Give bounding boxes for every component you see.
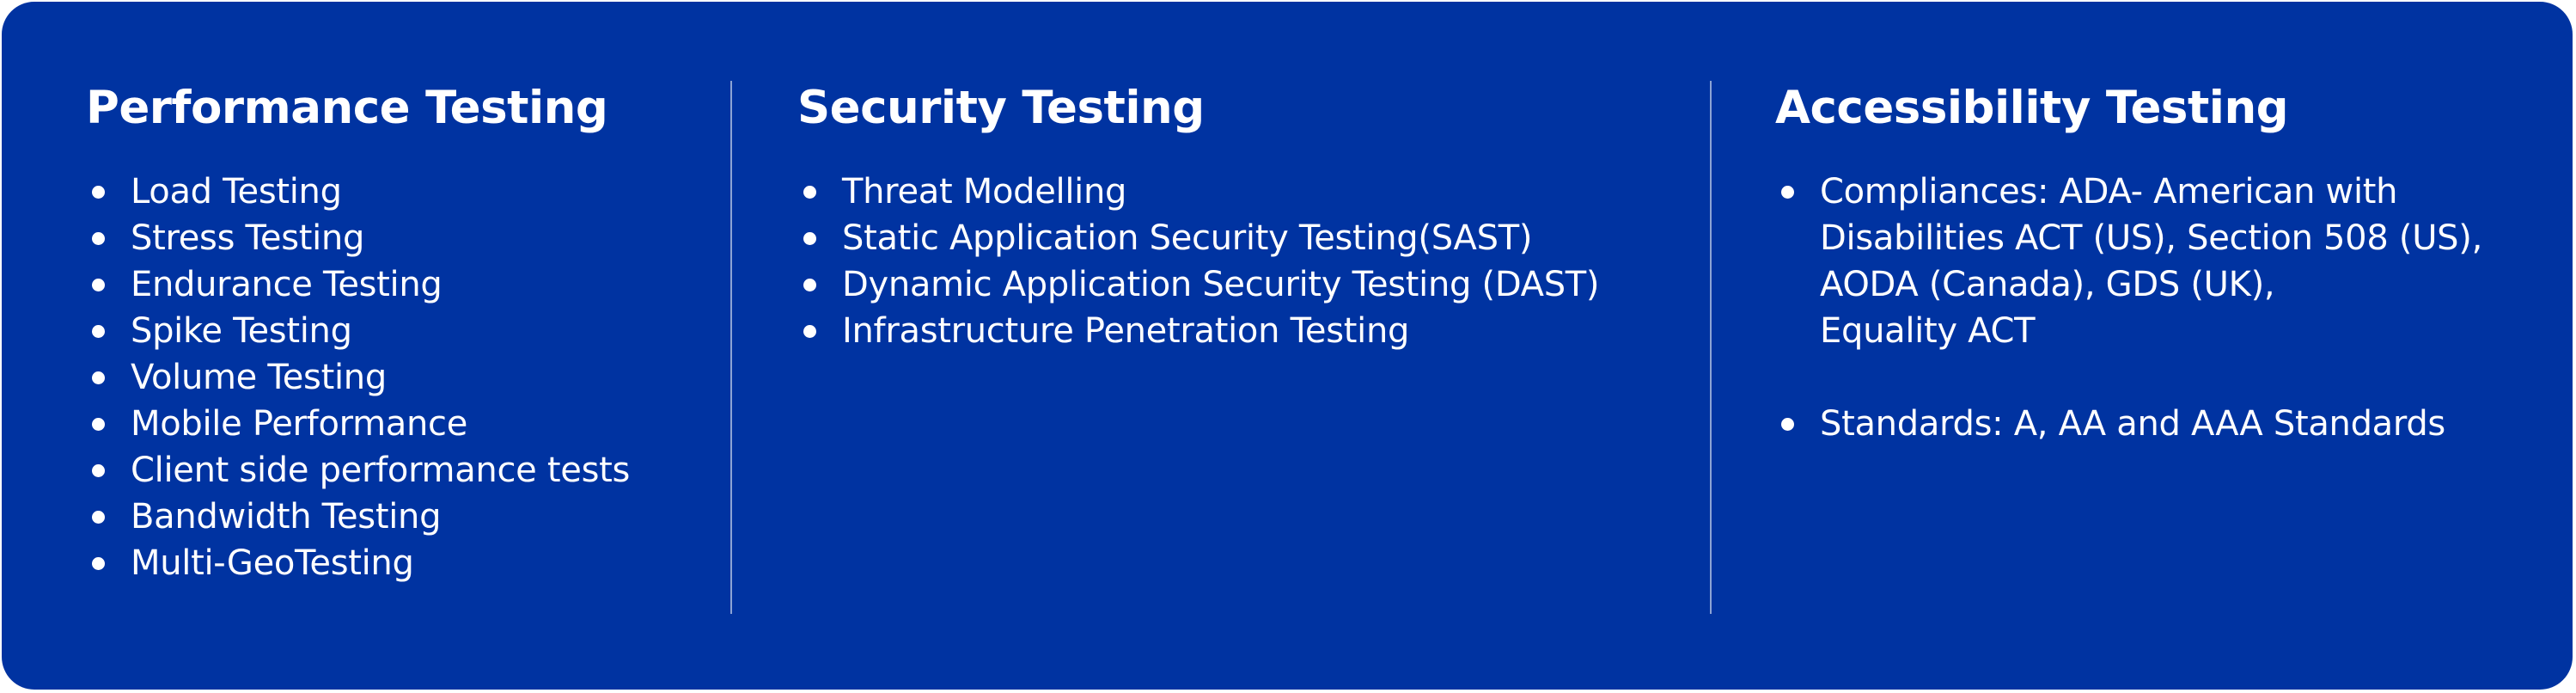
list-item-line: Equality ACT: [1820, 311, 2036, 351]
list-item: Endurance Testing: [86, 261, 630, 308]
security-testing-list: Threat Modelling Static Application Secu…: [797, 169, 1600, 354]
list-item: Multi-GeoTesting: [86, 540, 630, 586]
list-item-line: AODA (Canada), GDS (UK),: [1820, 265, 2275, 304]
list-item: Dynamic Application Security Testing (DA…: [797, 261, 1600, 308]
list-item: Static Application Security Testing(SAST…: [797, 215, 1599, 261]
performance-testing-list: Load Testing Stress Testing Endurance Te…: [86, 169, 630, 586]
performance-testing-column: Performance Testing Load Testing Stress …: [86, 77, 630, 586]
column-divider: [730, 81, 732, 614]
security-testing-column: Security Testing Threat Modelling Static…: [797, 77, 1600, 354]
list-item: Infrastructure Penetration Testing: [797, 308, 1599, 354]
list-item: Spike Testing: [86, 308, 630, 354]
list-item: Stress Testing: [86, 215, 630, 261]
accessibility-testing-column: Accessibility Testing Compliances: ADA- …: [1775, 77, 2482, 447]
testing-services-card: Performance Testing Load Testing Stress …: [2, 2, 2573, 690]
list-item: Threat Modelling: [797, 169, 1599, 215]
list-item-line: Standards: A, AA and AAA Standards: [1820, 404, 2445, 444]
list-item: Load Testing: [86, 169, 630, 215]
performance-testing-title: Performance Testing: [86, 82, 608, 134]
list-item-line: Compliances: ADA- American with: [1820, 172, 2398, 212]
list-item: Volume Testing: [86, 354, 630, 401]
list-item-compliances: Compliances: ADA- American with Disabili…: [1775, 169, 2482, 354]
security-testing-title: Security Testing: [797, 82, 1205, 134]
accessibility-testing-list: Compliances: ADA- American with Disabili…: [1775, 169, 2482, 447]
column-divider: [1710, 81, 1712, 614]
list-item-standards: Standards: A, AA and AAA Standards: [1775, 401, 2482, 447]
accessibility-testing-title: Accessibility Testing: [1775, 82, 2289, 134]
list-item: Mobile Performance: [86, 401, 630, 447]
list-item: Bandwidth Testing: [86, 494, 630, 540]
list-item: Client side performance tests: [86, 447, 630, 494]
list-item-line: Disabilities ACT (US), Section 508 (US),: [1820, 218, 2482, 258]
